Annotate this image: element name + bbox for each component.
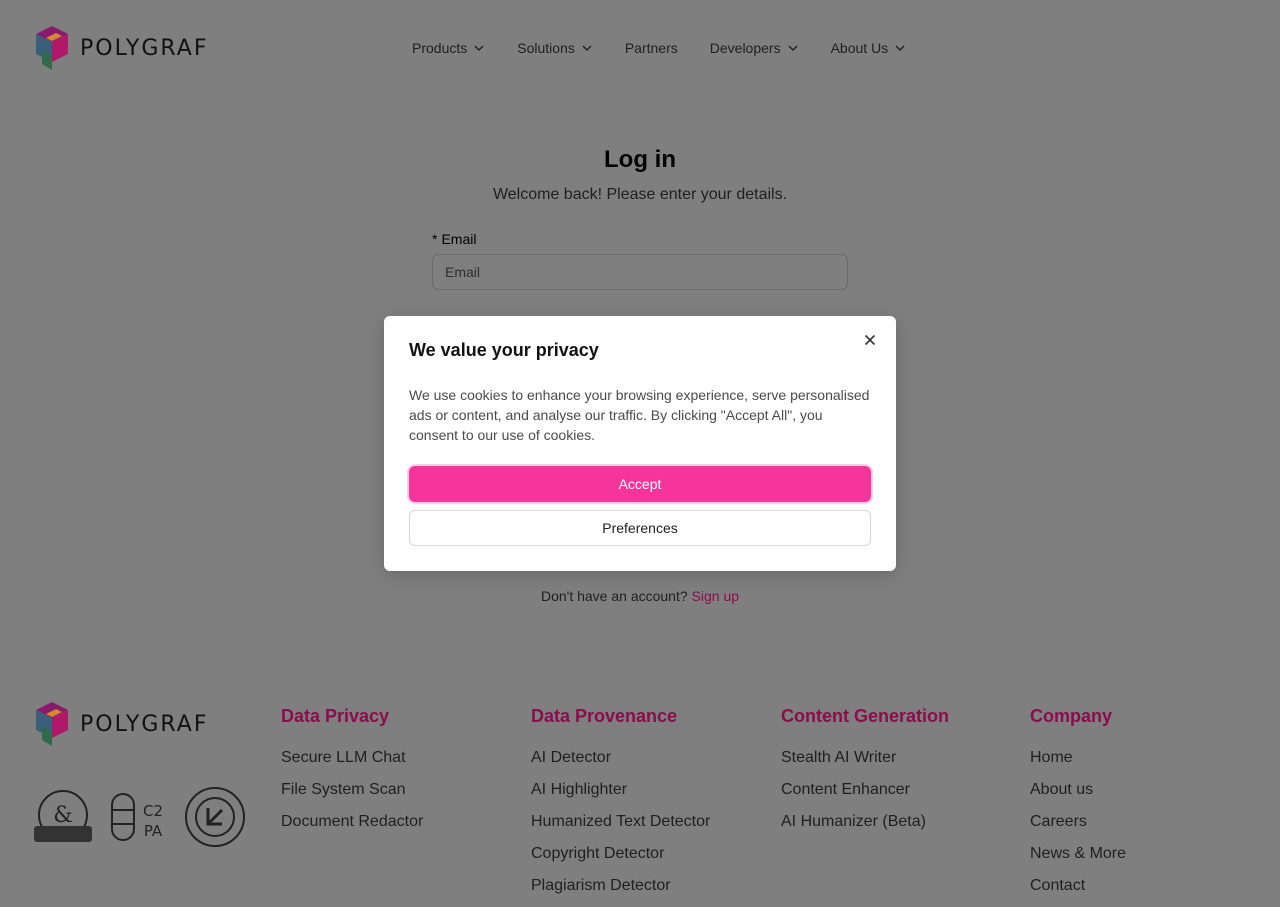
footer-link[interactable]: Copyright Detector: [531, 843, 710, 875]
signup-line: Don't have an account? Sign up: [0, 588, 1280, 604]
chevron-down-icon: [895, 45, 905, 51]
footer-link[interactable]: AI Humanizer (Beta): [781, 811, 949, 843]
polygraf-logo-icon: [36, 26, 68, 70]
signup-link[interactable]: Sign up: [692, 588, 739, 604]
footer-link[interactable]: AI Detector: [531, 747, 710, 779]
email-label-text: Email: [441, 231, 477, 247]
main-nav: Products Solutions Partners Developers A…: [412, 38, 938, 58]
footer-link[interactable]: File System Scan: [281, 779, 423, 811]
c2pa-badge-icon: C2 PA: [111, 793, 163, 841]
nav-partners[interactable]: Partners: [625, 38, 678, 58]
footer-link[interactable]: Content Enhancer: [781, 779, 949, 811]
footer-link[interactable]: Document Redactor: [281, 811, 423, 843]
login-subtitle: Welcome back! Please enter your details.: [492, 186, 788, 203]
footer-link[interactable]: News & More: [1030, 843, 1126, 875]
footer-col-data-provenance: Data Provenance AI Detector AI Highlight…: [531, 706, 710, 907]
nav-label: Solutions: [517, 40, 575, 56]
login-title: Log in: [604, 146, 676, 173]
footer-link[interactable]: Humanized Text Detector: [531, 811, 710, 843]
footer-link[interactable]: About us: [1030, 779, 1126, 811]
footer-heading: Data Privacy: [281, 706, 390, 726]
chevron-down-icon: [582, 45, 592, 51]
cookie-preferences-button[interactable]: Preferences: [409, 510, 871, 546]
email-field[interactable]: [432, 254, 848, 290]
cookie-modal-title: We value your privacy: [409, 340, 599, 360]
chevron-down-icon: [788, 45, 798, 51]
close-icon[interactable]: [862, 332, 878, 348]
footer-heading: Company: [1030, 706, 1113, 726]
footer-link[interactable]: Secure LLM Chat: [281, 747, 423, 779]
certification-badges: & C2 PA: [32, 786, 246, 848]
footer-link[interactable]: Plagiarism Detector: [531, 875, 710, 907]
footer-col-content-generation: Content Generation Stealth AI Writer Con…: [781, 706, 949, 843]
nav-label: Partners: [624, 40, 678, 56]
chevron-down-icon: [474, 45, 484, 51]
nav-about-us[interactable]: About Us: [831, 38, 907, 58]
footer-col-data-privacy: Data Privacy Secure LLM Chat File System…: [281, 706, 423, 843]
footer-link[interactable]: Home: [1030, 747, 1126, 779]
footer-heading: Data Provenance: [531, 706, 678, 726]
accept-cookies-button[interactable]: Accept: [409, 466, 871, 502]
dun-bradstreet-badge-icon: &: [34, 790, 92, 842]
nav-products[interactable]: Products: [412, 38, 485, 58]
sxsw-pitch-badge-icon: [185, 787, 245, 847]
nav-developers[interactable]: Developers: [710, 38, 799, 58]
svg-text:&: &: [53, 803, 73, 828]
signup-prompt: Don't have an account?: [540, 588, 688, 604]
nav-label: Developers: [709, 40, 781, 56]
footer-logo[interactable]: POLYGRAF: [32, 702, 209, 746]
nav-label: Products: [412, 40, 468, 56]
footer-link[interactable]: AI Highlighter: [531, 779, 710, 811]
brand-name: POLYGRAF: [80, 35, 209, 61]
footer-col-company: Company Home About us Careers News & Mor…: [1030, 706, 1126, 907]
cookie-modal-body: We use cookies to enhance your browsing …: [409, 387, 870, 443]
svg-text:C2: C2: [143, 802, 163, 820]
footer-heading: Content Generation: [781, 706, 950, 726]
footer-link[interactable]: Stealth AI Writer: [781, 747, 949, 779]
email-label: * Email: [432, 231, 476, 247]
footer-link[interactable]: Contact: [1030, 875, 1126, 907]
nav-solutions[interactable]: Solutions: [517, 38, 593, 58]
polygraf-logo-icon: [36, 702, 68, 746]
nav-label: About Us: [830, 40, 889, 56]
cookie-consent-modal: We value your privacy We use cookies to …: [384, 316, 896, 571]
brand-name: POLYGRAF: [80, 711, 209, 737]
brand-logo[interactable]: POLYGRAF: [32, 26, 209, 70]
required-mark: *: [432, 231, 438, 247]
svg-text:PA: PA: [144, 822, 163, 840]
footer-link[interactable]: Careers: [1030, 811, 1126, 843]
